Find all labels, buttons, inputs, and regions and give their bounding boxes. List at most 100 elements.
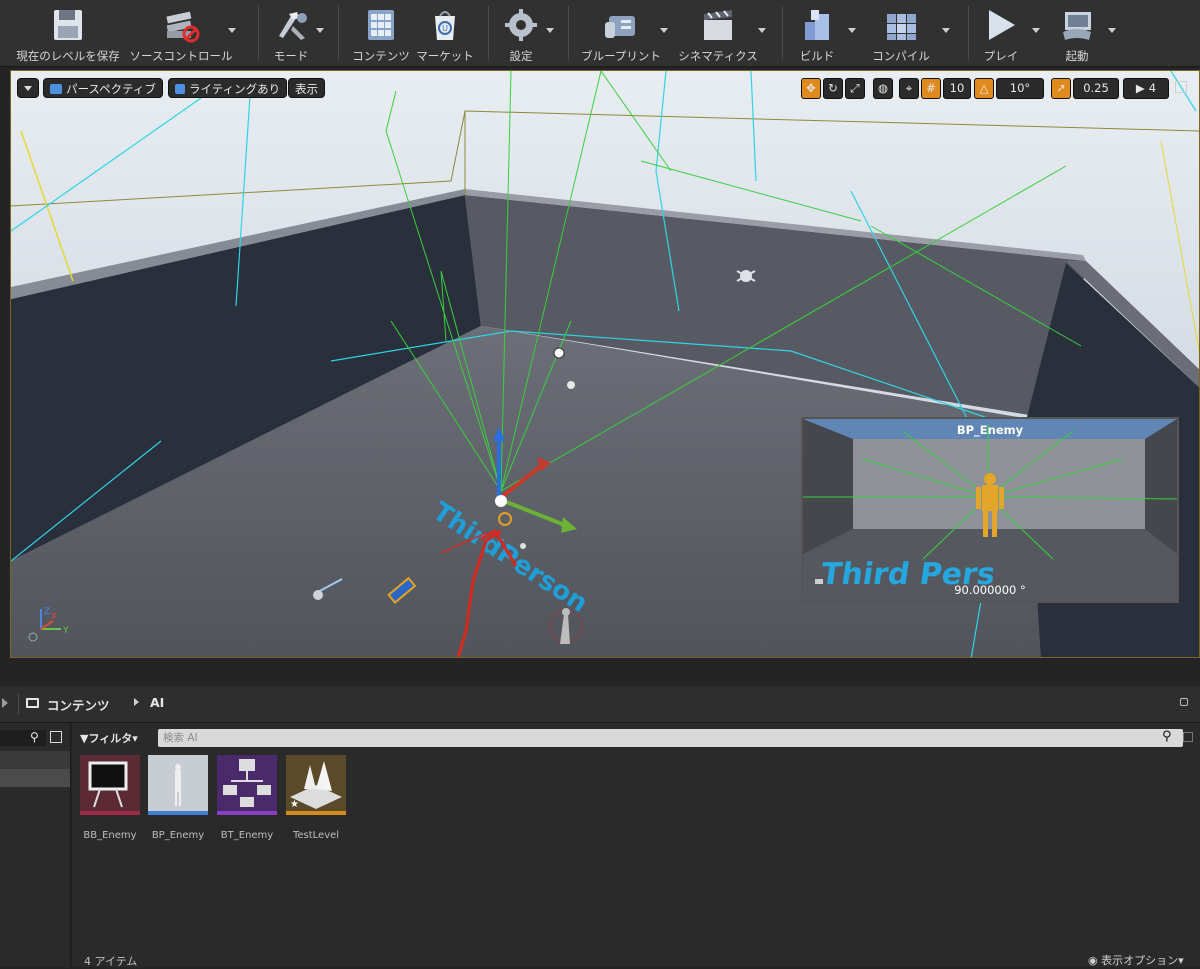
preview-title: BP_Enemy xyxy=(956,423,1024,437)
search-icon[interactable]: ⚲ xyxy=(30,730,39,744)
chevron-down-icon[interactable] xyxy=(660,28,668,33)
blueprint-thumbnail xyxy=(148,755,208,811)
svg-text:U: U xyxy=(442,24,448,33)
asset-name-bt-enemy: BT_Enemy xyxy=(220,830,274,841)
asset-test-level[interactable]: ★ xyxy=(286,755,346,815)
rotation-snap-value[interactable]: 10° xyxy=(996,78,1044,99)
eye-icon: ◉ xyxy=(1088,954,1098,967)
view-list-icon[interactable] xyxy=(50,731,62,743)
play-button[interactable]: プレイ xyxy=(978,2,1040,64)
compile-button[interactable]: コンパイル xyxy=(868,2,950,64)
grid-snap-icon[interactable]: # xyxy=(921,78,941,99)
world-local-icon[interactable]: ◍ xyxy=(873,78,893,99)
asset-bb-enemy[interactable] xyxy=(80,755,140,815)
lighting-mode-button[interactable]: ライティングあり xyxy=(168,78,288,98)
breadcrumb-content[interactable]: コンテンツ xyxy=(47,695,110,714)
toolbar-divider xyxy=(488,6,489,60)
camera-speed-icon: ▶ xyxy=(1135,81,1145,95)
chevron-down-icon[interactable] xyxy=(758,28,766,33)
level-viewport[interactable]: ThirdPerson Z Y X パースペクティブ ライティングあり 表示 ✥… xyxy=(10,70,1200,658)
scale-snap-value[interactable]: 0.25 xyxy=(1073,78,1119,99)
breadcrumb-separator-icon[interactable] xyxy=(134,698,139,706)
marketplace-button[interactable]: U マーケット xyxy=(416,2,474,64)
viewport-options-button[interactable] xyxy=(17,78,39,98)
scale-snap-value-text: 0.25 xyxy=(1083,81,1109,95)
compile-icon xyxy=(887,14,916,40)
lit-icon xyxy=(175,84,185,94)
build-button[interactable]: ビルド xyxy=(794,2,856,64)
settings-button[interactable]: 設定 xyxy=(498,2,554,64)
cinematics-button[interactable]: シネマティクス xyxy=(678,2,766,64)
asset-bp-enemy[interactable] xyxy=(148,755,208,815)
chevron-down-icon[interactable] xyxy=(1032,28,1040,33)
toolbar-divider xyxy=(568,6,569,60)
scale-snap-icon[interactable]: ↗ xyxy=(1051,78,1071,99)
sources-folder-row[interactable] xyxy=(0,751,70,769)
axis-y-label: Y xyxy=(62,626,69,636)
chevron-down-icon[interactable] xyxy=(848,28,856,33)
behavior-tree-icon xyxy=(223,759,271,807)
modes-icon xyxy=(279,12,307,40)
content-label: コンテンツ xyxy=(352,49,410,63)
preview-angle: 90.000000 ° xyxy=(954,583,1026,597)
chevron-down-icon[interactable] xyxy=(1108,28,1116,33)
player-start-icon[interactable] xyxy=(567,381,575,389)
sources-folder-row-selected[interactable] xyxy=(0,769,70,787)
play-label: プレイ xyxy=(983,49,1019,63)
camera-speed-value: 4 xyxy=(1148,81,1157,95)
save-search-icon[interactable] xyxy=(1183,732,1193,742)
save-level-label: 現在のレベルを保存 xyxy=(16,49,120,63)
chevron-down-icon[interactable] xyxy=(546,28,554,33)
source-control-label: ソースコントロール xyxy=(129,49,233,63)
show-button[interactable]: 表示 xyxy=(288,78,325,98)
history-forward-icon[interactable] xyxy=(2,698,8,708)
lock-icon[interactable] xyxy=(1180,698,1188,706)
toolbar-divider xyxy=(258,6,259,60)
filters-button[interactable]: ▼フィルタ▾ xyxy=(80,730,138,746)
axis-x-label: X xyxy=(51,612,57,622)
chevron-down-icon[interactable] xyxy=(316,28,324,33)
sky-light-icon[interactable] xyxy=(553,347,565,359)
compile-label: コンパイル xyxy=(872,49,930,63)
grid-snap-value[interactable]: 10 xyxy=(943,78,971,99)
view-options-button[interactable]: ◉ 表示オプション▾ xyxy=(1088,952,1184,968)
blueprint-icon xyxy=(605,16,635,38)
perspective-button[interactable]: パースペクティブ xyxy=(43,78,163,98)
toolbar-divider xyxy=(338,6,339,60)
rotate-tool-icon[interactable]: ↻ xyxy=(823,78,843,99)
source-control-button[interactable]: ソースコントロール xyxy=(128,2,236,64)
breadcrumb-ai[interactable]: AI xyxy=(150,695,164,710)
asset-search-input[interactable]: 検索 AI xyxy=(158,729,1183,747)
perspective-icon xyxy=(50,84,62,94)
filters-label: フィルタ xyxy=(88,732,133,745)
scale-tool-icon[interactable]: ⤢ xyxy=(845,78,865,99)
settings-gear-icon xyxy=(505,9,537,41)
translate-tool-icon[interactable]: ✥ xyxy=(801,78,821,99)
grid-snap-value-text: 10 xyxy=(949,81,965,95)
level-icon: ★ xyxy=(290,761,342,810)
surface-snap-icon[interactable]: ⌖ xyxy=(899,78,919,99)
rotation-snap-icon[interactable]: △ xyxy=(974,78,994,99)
content-button[interactable]: コンテンツ xyxy=(350,2,412,64)
launch-button[interactable]: 起動 xyxy=(1054,2,1116,64)
build-label: ビルド xyxy=(799,49,835,63)
chevron-down-icon xyxy=(24,86,32,91)
asset-bt-enemy[interactable] xyxy=(217,755,277,815)
maximize-viewport-icon[interactable] xyxy=(1175,81,1187,93)
camera-preview-window: Third Pers BP_Enemy 90.000000 ° xyxy=(801,417,1179,603)
toolbar-divider xyxy=(782,6,783,60)
blueprints-label: ブループリント xyxy=(581,49,661,63)
save-level-button[interactable]: 現在のレベルを保存 xyxy=(14,2,122,64)
sources-search-input[interactable] xyxy=(0,730,46,746)
content-icon xyxy=(368,10,394,40)
chevron-down-icon[interactable] xyxy=(942,28,950,33)
modes-button[interactable]: モード xyxy=(268,2,324,64)
main-toolbar: 現在のレベルを保存 ソースコントロール モード コンテンツ U マーケット 設定… xyxy=(0,0,1200,67)
rotation-snap-value-text: 10° xyxy=(1009,81,1031,95)
blueprints-button[interactable]: ブループリント xyxy=(578,2,668,64)
folder-icon xyxy=(26,698,39,708)
search-icon[interactable]: ⚲ xyxy=(1162,729,1172,744)
camera-speed-button[interactable]: ▶ 4 xyxy=(1123,78,1169,99)
chevron-down-icon[interactable] xyxy=(228,28,236,33)
source-control-icon xyxy=(166,11,200,43)
